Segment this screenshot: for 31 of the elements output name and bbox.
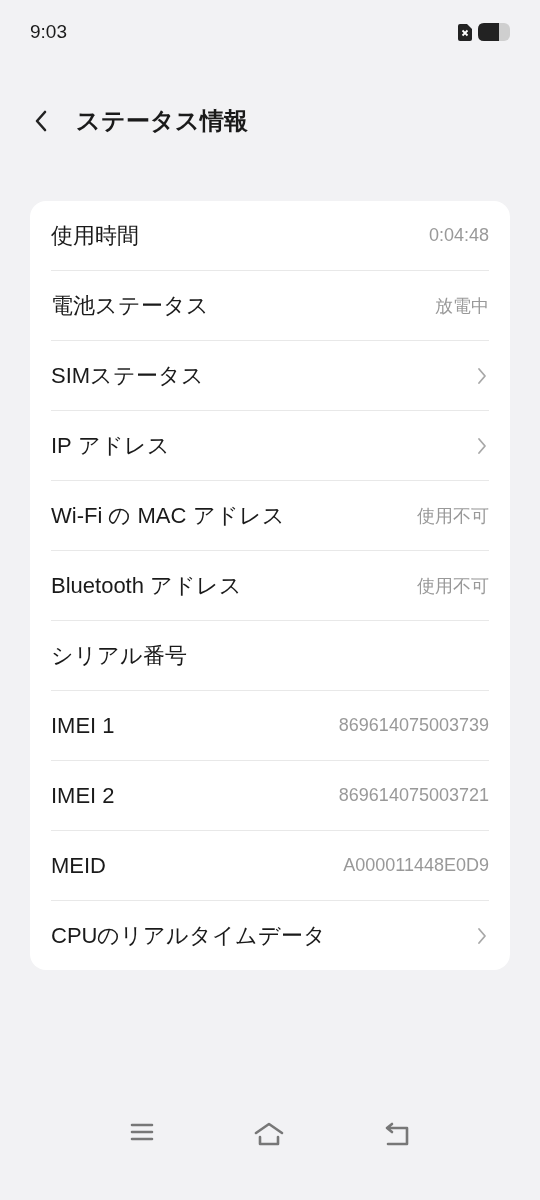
back-icon[interactable]: [384, 1122, 410, 1146]
settings-row[interactable]: SIMステータス: [51, 341, 489, 411]
row-value: A000011448E0D9: [343, 855, 489, 876]
settings-row[interactable]: IP アドレス: [51, 411, 489, 481]
row-value: 869614075003721: [338, 785, 489, 806]
row-label: IMEI 1: [51, 712, 115, 739]
row-label: シリアル番号: [51, 641, 187, 670]
page-title: ステータス情報: [76, 106, 248, 136]
row-label: MEID: [51, 852, 106, 879]
row-value: 使用不可: [417, 504, 489, 528]
row-label: SIMステータス: [51, 361, 205, 390]
chevron-icon: [477, 436, 487, 455]
settings-row[interactable]: CPUのリアルタイムデータ: [51, 901, 489, 970]
row-value: 使用不可: [417, 574, 489, 598]
chevron-icon: [477, 366, 487, 385]
row-label: CPUのリアルタイムデータ: [51, 921, 327, 950]
row-label: IP アドレス: [51, 431, 170, 460]
home-icon[interactable]: [254, 1122, 284, 1146]
row-label: Wi-Fi の MAC アドレス: [51, 501, 285, 530]
clock-time: 9:03: [30, 21, 67, 43]
row-label: IMEI 2: [51, 782, 115, 809]
row-value: 869614075003739: [338, 715, 489, 736]
no-sim-icon: [458, 23, 472, 41]
battery-icon: [478, 23, 510, 41]
row-label: 使用時間: [51, 221, 139, 250]
row-label: 電池ステータス: [51, 291, 209, 320]
row-value: 0:04:48: [428, 225, 489, 246]
row-value: 放電中: [435, 294, 489, 318]
menu-icon[interactable]: [130, 1122, 154, 1142]
row-label: Bluetooth アドレス: [51, 571, 243, 600]
chevron-icon: [477, 926, 487, 945]
